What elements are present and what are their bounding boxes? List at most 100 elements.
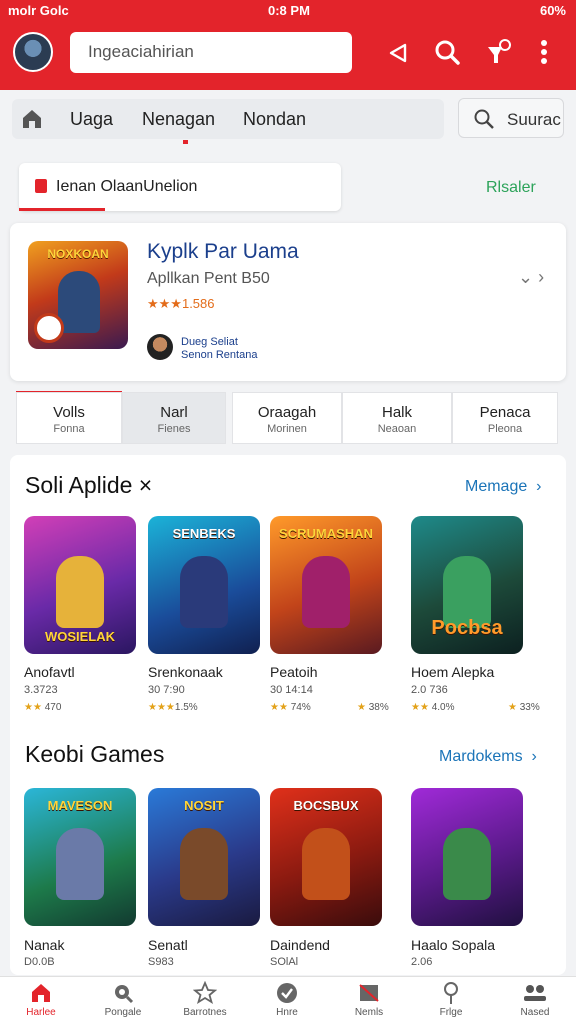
developer-name: Dueg Seliat [181,336,238,348]
more-vert-icon[interactable] [528,36,560,68]
chip-sub: Pleona [487,423,523,435]
game-card[interactable]: BOCSBUX [270,788,382,926]
mail-icon [328,981,410,1005]
search-button[interactable]: Suurac [458,98,564,138]
chip-oraagah[interactable]: Oraagah Morinen [232,392,342,444]
nav-barrotnes[interactable]: Barrotnes [164,981,246,1018]
tab-indicator [183,140,188,144]
notification-icon[interactable] [481,36,513,68]
game-rating-secondary: ★ 38% [357,702,389,713]
game-meta: D0.0B [24,956,55,968]
game-name[interactable]: Daindend [270,937,330,953]
game-meta: S983 [148,956,174,968]
game-art-title: SCRUMASHAN [279,526,373,541]
featured-title[interactable]: Kyplk Par Uama [147,240,299,264]
chip-title: Oraagah [257,404,317,421]
nav-home[interactable]: Harlee [0,981,82,1018]
chip-volls[interactable]: Volls Fonna [16,392,122,444]
tab-nondan[interactable]: Nondan [243,109,306,130]
rating-value: 74% [290,702,311,713]
game-card[interactable]: NOSIT [148,788,260,926]
game-card[interactable]: Pocbsa [411,516,523,654]
developer-avatar [147,334,173,360]
game-rating: ★★ 74% [270,702,311,713]
avatar[interactable] [13,32,53,72]
game-name[interactable]: Senatl [148,937,188,953]
chip-title: Narl [160,404,188,421]
featured-art-title: NOXKOAN [47,247,109,261]
star-icon: ★★ [411,702,429,713]
section-more-link[interactable]: Memage › [465,478,541,496]
star-icon: ★ [357,702,366,713]
game-name[interactable]: Haalo Sopala [411,937,495,953]
chevron-right-icon[interactable]: ⌄ › [518,267,544,288]
section-title: Keobi Games [25,741,165,767]
character-figure [56,556,104,628]
character-figure [443,828,491,900]
home-icon[interactable] [20,107,44,131]
notice-link[interactable]: Rlsaler [486,179,536,197]
nav-label: Nemls [354,1007,384,1018]
rating-value: 1.5% [174,702,198,713]
nav-label: Frlge [439,1007,463,1018]
check-icon [246,981,328,1005]
game-art-title: WOSIELAK [44,629,116,644]
notice-text: Ienan OlaanUnelion [56,178,198,195]
game-card[interactable]: SENBEKS [148,516,260,654]
game-meta: 30 14:14 [270,684,313,696]
game-name[interactable]: Srenkonaak [148,664,223,680]
clock: 0:8 PM [268,3,310,18]
section-more-label: Mardokems [439,748,523,765]
game-card[interactable]: MAVESON [24,788,136,926]
star-icon [164,981,246,1005]
game-card[interactable]: SCRUMASHAN [270,516,382,654]
nav-label: Harlee [26,1007,56,1018]
star-icon: ★ [508,702,517,713]
rating-value: 38% [368,702,389,713]
notice-progress [19,208,105,211]
search-icon[interactable] [431,36,463,68]
character-figure [302,556,350,628]
game-name[interactable]: Hoem Alepka [411,664,494,680]
nav-label: Nased [520,1007,550,1018]
nav-label: Barrotnes [183,1007,227,1018]
nav-pongale[interactable]: Pongale [82,981,164,1018]
developer-sub: Senon Rentana [181,349,258,361]
character-figure [180,828,228,900]
tab-uaga[interactable]: Uaga [70,109,113,130]
star-icon: ★★ [270,702,288,713]
nav-nemls[interactable]: Nemls [328,981,410,1018]
nav-hnre[interactable]: Hnre [246,981,328,1018]
game-art-title: NOSIT [184,798,224,813]
game-meta: 30 7:90 [148,684,185,696]
game-name[interactable]: Anofavtl [24,664,75,680]
app-header: molr Golc 0:8 PM 60% Ingeaciahirian [0,0,576,90]
game-card[interactable] [411,788,523,926]
megaphone-icon[interactable] [384,36,416,68]
game-meta: SOlAl [270,956,299,968]
game-meta: 2.06 [411,956,433,968]
section-more-label: Memage [465,478,528,495]
tab-nenagan[interactable]: Nenagan [142,109,215,130]
game-meta: 3.3723 [24,684,58,696]
search-input[interactable]: Ingeaciahirian [70,32,352,73]
featured-card[interactable]: NOXKOAN Kyplk Par Uama Apllkan Pent B50 … [10,223,566,381]
chip-penaca[interactable]: Penaca Pleona [452,392,558,444]
featured-subtitle: Apllkan Pent B50 [147,270,270,287]
section-title: Soli Aplide × [25,472,153,498]
notice-banner[interactable]: Ienan OlaanUnelion [19,163,341,211]
game-name[interactable]: Peatoih [270,664,317,680]
chip-halk[interactable]: Halk Neaoan [342,392,452,444]
star-icon: ★★★ [148,702,175,713]
game-card[interactable]: WOSIELAK [24,516,136,654]
chip-sub: Morinen [267,423,307,435]
nav-frlge[interactable]: Frlge [410,981,492,1018]
hero-figure [58,271,100,333]
nav-nased[interactable]: Nased [494,981,576,1018]
game-name[interactable]: Nanak [24,937,64,953]
chip-title: Penaca [479,404,531,421]
section-more-link[interactable]: Mardokems › [439,748,537,766]
character-figure [56,828,104,900]
chip-narl[interactable]: Narl Fienes [122,392,226,444]
featured-app-icon[interactable]: NOXKOAN [28,241,128,349]
